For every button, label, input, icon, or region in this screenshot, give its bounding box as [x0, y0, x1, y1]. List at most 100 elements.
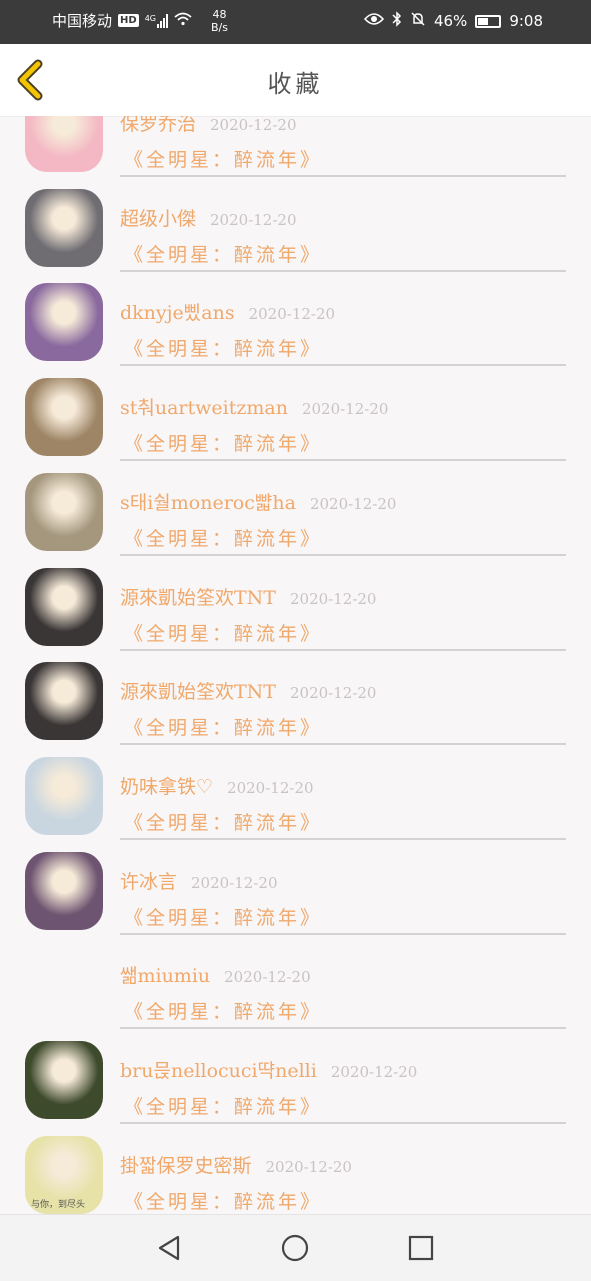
list-item[interactable]: 超级小傑 2020-12-20 《全明星：醉流年》 [0, 188, 591, 289]
list-item[interactable]: s태i숼moneroc뺣ha 2020-12-20 《全明星：醉流年》 [0, 472, 591, 573]
list-item[interactable]: 쌞miumiu 2020-12-20 《全明星：醉流年》 [0, 951, 591, 1046]
avatar-boy-yellow-icon[interactable]: 与你，到尽头 [25, 1135, 103, 1214]
user-name: 源來凱始筌欢TNT [120, 681, 276, 704]
avatar-sea-sunset-icon[interactable] [25, 472, 103, 551]
avatar-girl-portrait-icon[interactable] [25, 188, 103, 267]
status-left: 中国移动 HD 4G [52, 10, 192, 31]
user-name: 许冰言 [120, 870, 178, 893]
user-name: st춰uartweitzman [120, 397, 288, 420]
user-name: 超级小傑 [120, 207, 197, 230]
item-name-line: s태i숼moneroc뺣ha 2020-12-20 [120, 488, 396, 515]
mute-bell-icon [410, 11, 426, 31]
list-item[interactable]: st춰uartweitzman 2020-12-20 《全明星：醉流年》 [0, 378, 591, 478]
network-speed: 48 B/s [211, 8, 228, 34]
item-name-line: st춰uartweitzman 2020-12-20 [120, 393, 388, 420]
item-date: 2020-12-20 [265, 1157, 352, 1176]
list-item[interactable]: bru믅nellocuci땩nelli 2020-12-20 《全明星：醉流年》 [0, 1041, 591, 1141]
nav-home-button[interactable] [280, 1233, 310, 1263]
item-name-line: 保罗乔治 2020-12-20 [120, 116, 297, 136]
list-item[interactable]: 奶味拿铁♡ 2020-12-20 《全明星：醉流年》 [0, 756, 591, 857]
divider [120, 932, 566, 935]
nav-recents-button[interactable] [406, 1233, 436, 1263]
list-item[interactable]: dknyje삤ans 2020-12-20 《全明星：醉流年》 [0, 283, 591, 383]
item-name-line: 奶味拿铁♡ 2020-12-20 [120, 772, 314, 799]
list-item[interactable]: 源來凱始筌欢TNT 2020-12-20 《全明星：醉流年》 [0, 567, 591, 668]
divider [120, 269, 566, 272]
item-date: 2020-12-20 [210, 210, 297, 229]
avatar-couple-purple-icon[interactable] [25, 851, 103, 930]
work-title-link[interactable]: 《全明星：醉流年》 [124, 334, 322, 361]
back-triangle-icon [158, 1235, 180, 1261]
item-date: 2020-12-20 [227, 778, 314, 797]
signal-icon: 4G [145, 13, 168, 28]
avatar-curly-hair-girl-icon[interactable] [25, 1041, 103, 1119]
clock: 9:08 [509, 12, 543, 30]
work-title-link[interactable]: 《全明星：醉流年》 [124, 808, 322, 835]
item-date: 2020-12-20 [191, 873, 278, 892]
avatar-group-photo-icon[interactable] [25, 662, 103, 741]
item-date: 2020-12-20 [210, 116, 297, 134]
battery-icon [475, 14, 502, 28]
item-date: 2020-12-20 [301, 400, 389, 419]
divider [120, 1122, 566, 1124]
page-title: 收藏 [267, 70, 324, 98]
divider [120, 364, 566, 367]
user-name: 源來凱始筌欢TNT [120, 586, 276, 609]
item-date: 2020-12-20 [289, 684, 377, 703]
user-name: s태i숼moneroc뺣ha [120, 491, 296, 514]
item-name-line: 源來凱始筌欢TNT 2020-12-20 [120, 583, 376, 610]
user-name: 奶味拿铁♡ [120, 775, 214, 798]
status-right: 46% 9:08 [363, 11, 543, 31]
avatar-cartoon-boys-icon[interactable] [25, 756, 103, 835]
work-title-link[interactable]: 《全明星：醉流年》 [124, 903, 322, 930]
avatar-caption: 与你，到尽头 [31, 1199, 86, 1210]
home-circle-icon [281, 1234, 309, 1262]
work-title-link[interactable]: 《全明星：醉流年》 [124, 145, 322, 172]
avatar-group-photo-icon[interactable] [25, 567, 103, 646]
item-name-line: 超级小傑 2020-12-20 [120, 204, 297, 231]
user-name: bru믅nellocuci땩nelli [120, 1060, 317, 1082]
work-title-link[interactable]: 《全明星：醉流年》 [124, 1092, 322, 1119]
carrier-label: 中国移动 [52, 12, 113, 30]
hd-badge: HD [118, 14, 139, 27]
work-title-link[interactable]: 《全明星：醉流年》 [124, 240, 322, 267]
item-date: 2020-12-20 [289, 589, 377, 608]
work-title-link[interactable]: 《全明星：醉流年》 [124, 713, 322, 740]
bluetooth-icon [392, 11, 402, 31]
nav-back-button[interactable] [154, 1233, 184, 1263]
divider [120, 553, 566, 556]
avatar-pink-girl-icon[interactable] [25, 116, 103, 172]
user-name: dknyje삤ans [120, 302, 235, 325]
item-date: 2020-12-20 [309, 494, 397, 513]
work-title-link[interactable]: 《全明星：醉流年》 [124, 997, 322, 1024]
work-title-link[interactable]: 《全明星：醉流年》 [124, 619, 322, 646]
speed-unit: B/s [211, 21, 228, 34]
divider [120, 1027, 566, 1030]
item-name-line: 许冰言 2020-12-20 [120, 867, 278, 894]
favorites-list[interactable]: 保罗乔治 2020-12-20 《全明星：醉流年》 超级小傑 2020-12-20 《全明… [0, 116, 591, 1214]
speed-value: 48 [212, 8, 227, 21]
eye-icon [363, 12, 385, 30]
divider [120, 743, 566, 746]
battery-percent: 46% [433, 12, 468, 30]
item-name-line: bru믅nellocuci땩nelli 2020-12-20 [120, 1056, 417, 1083]
work-title-link[interactable]: 《全明星：醉流年》 [124, 429, 322, 456]
avatar-purple-hair-girl-icon[interactable] [25, 283, 103, 362]
status-bar: 中国移动 HD 4G 48 B/s 46% 9:08 [0, 0, 591, 44]
list-item[interactable]: 源來凱始筌欢TNT 2020-12-20 《全明星：醉流年》 [0, 662, 591, 762]
item-name-line: dknyje삤ans 2020-12-20 [120, 298, 335, 325]
item-name-line: 쌞miumiu 2020-12-20 [120, 961, 311, 988]
item-date: 2020-12-20 [330, 1063, 418, 1081]
list-item[interactable]: 许冰言 2020-12-20 《全明星：醉流年》 [0, 851, 591, 952]
divider [120, 837, 566, 840]
avatar-cactus-pot-icon[interactable] [25, 378, 103, 457]
system-nav-bar [0, 1214, 591, 1281]
divider [120, 459, 566, 462]
user-name: 쌞miumiu [120, 965, 211, 988]
work-title-link[interactable]: 《全明星：醉流年》 [124, 1187, 322, 1214]
item-date: 2020-12-20 [248, 305, 336, 324]
user-name: 保罗乔治 [120, 116, 197, 135]
work-title-link[interactable]: 《全明星：醉流年》 [124, 524, 322, 551]
list-item[interactable]: 与你，到尽头 掛짧保罗史密斯 2020-12-20 《全明星：醉流年》 [0, 1135, 591, 1214]
list-item[interactable]: 保罗乔治 2020-12-20 《全明星：醉流年》 [0, 116, 591, 194]
